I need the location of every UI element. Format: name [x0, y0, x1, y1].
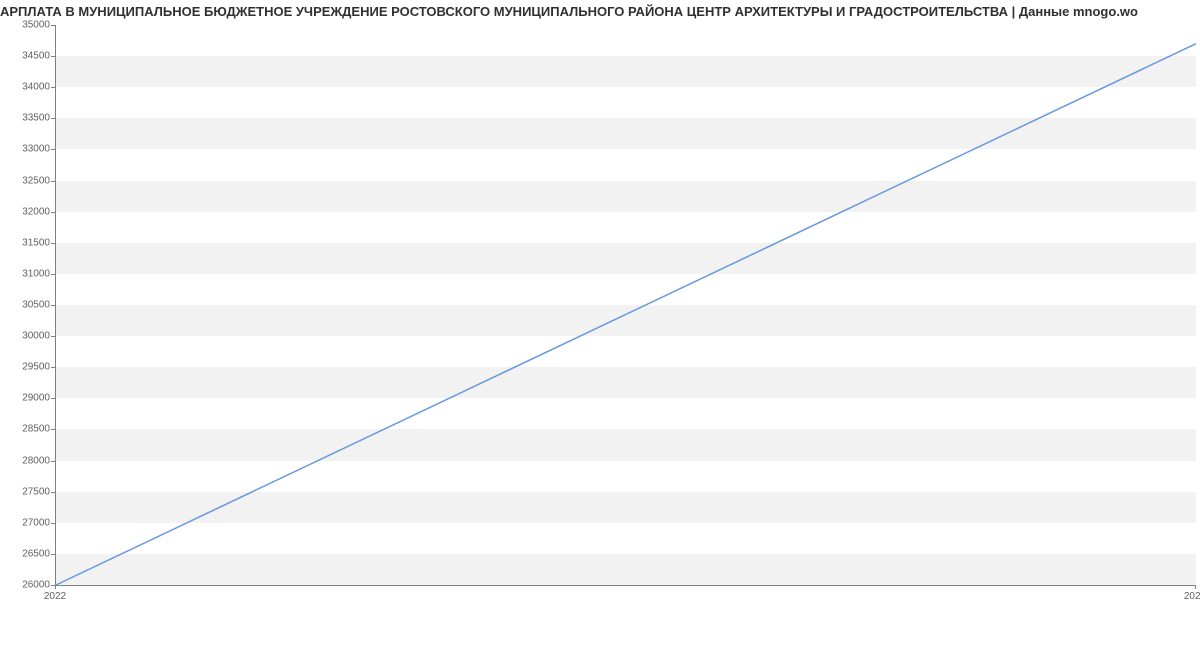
- y-tick-mark: [51, 492, 55, 493]
- y-tick-mark: [51, 149, 55, 150]
- y-tick-label: 28500: [5, 424, 50, 435]
- x-tick-label: 2024: [1184, 591, 1200, 602]
- y-tick-mark: [51, 212, 55, 213]
- chart-title: АРПЛАТА В МУНИЦИПАЛЬНОЕ БЮДЖЕТНОЕ УЧРЕЖД…: [0, 4, 1200, 19]
- line-layer: [56, 25, 1196, 585]
- y-tick-mark: [51, 243, 55, 244]
- y-tick-label: 30500: [5, 300, 50, 311]
- y-tick-label: 32500: [5, 175, 50, 186]
- y-tick-mark: [51, 554, 55, 555]
- y-tick-label: 31000: [5, 268, 50, 279]
- y-tick-mark: [51, 461, 55, 462]
- y-tick-label: 32000: [5, 206, 50, 217]
- y-tick-label: 35000: [5, 20, 50, 31]
- y-tick-mark: [51, 25, 55, 26]
- y-tick-mark: [51, 429, 55, 430]
- y-tick-mark: [51, 87, 55, 88]
- y-tick-label: 34500: [5, 51, 50, 62]
- data-line: [56, 44, 1196, 585]
- y-tick-mark: [51, 181, 55, 182]
- y-tick-label: 26500: [5, 548, 50, 559]
- y-tick-mark: [51, 367, 55, 368]
- y-tick-label: 29000: [5, 393, 50, 404]
- y-tick-mark: [51, 523, 55, 524]
- plot-area: [55, 25, 1196, 586]
- y-tick-label: 29500: [5, 362, 50, 373]
- y-tick-mark: [51, 118, 55, 119]
- x-tick-mark: [1195, 585, 1196, 589]
- x-tick-label: 2022: [44, 591, 66, 602]
- y-tick-label: 33500: [5, 113, 50, 124]
- y-tick-label: 28000: [5, 455, 50, 466]
- x-tick-mark: [55, 585, 56, 589]
- y-tick-mark: [51, 336, 55, 337]
- y-tick-label: 33000: [5, 144, 50, 155]
- y-tick-label: 26000: [5, 580, 50, 591]
- y-tick-label: 27500: [5, 486, 50, 497]
- y-tick-mark: [51, 398, 55, 399]
- y-tick-mark: [51, 305, 55, 306]
- y-tick-label: 27000: [5, 517, 50, 528]
- chart-container: АРПЛАТА В МУНИЦИПАЛЬНОЕ БЮДЖЕТНОЕ УЧРЕЖД…: [0, 0, 1200, 650]
- y-tick-label: 30000: [5, 331, 50, 342]
- y-tick-mark: [51, 274, 55, 275]
- y-tick-mark: [51, 56, 55, 57]
- y-tick-label: 31500: [5, 237, 50, 248]
- y-tick-label: 34000: [5, 82, 50, 93]
